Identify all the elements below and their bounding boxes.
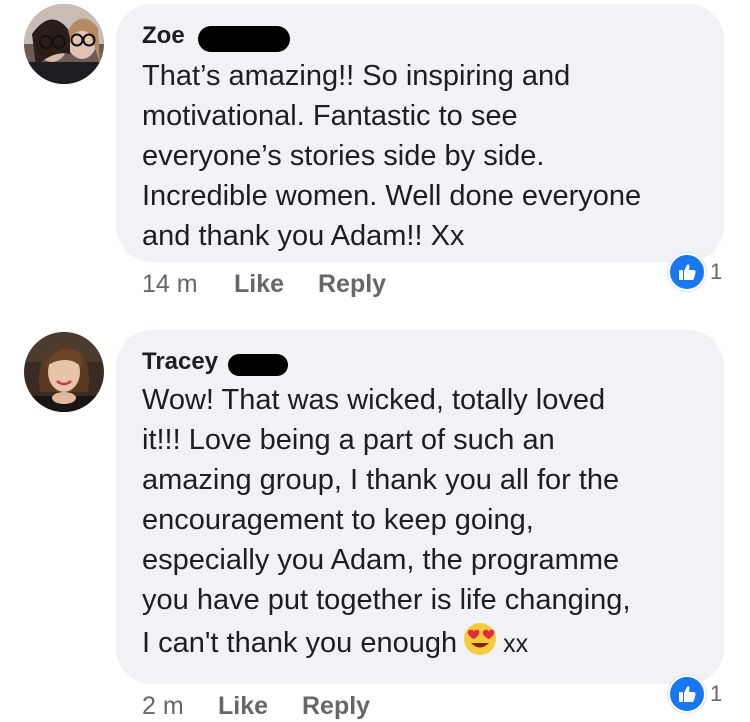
comment-last-line: I can't thank you enough xx [142, 622, 704, 667]
heart-eyes-emoji-icon [463, 622, 497, 667]
comment-author[interactable]: Zoe [142, 22, 185, 50]
reply-link[interactable]: Reply [302, 692, 370, 721]
comment-text: Wow! That was wicked, totally loved it!!… [142, 384, 631, 616]
comment-time[interactable]: 14 m [142, 270, 198, 299]
comment-meta: 2 m Like Reply [142, 692, 542, 722]
avatar[interactable] [24, 4, 104, 84]
reply-link[interactable]: Reply [318, 270, 386, 299]
redacted-surname [198, 26, 290, 52]
thumbs-up-icon [668, 253, 706, 291]
reaction-count: 1 [710, 259, 723, 284]
redacted-surname [228, 354, 288, 376]
comment-text-part: xx [503, 630, 529, 659]
comment-text-part: I can't thank you enough [142, 627, 458, 660]
like-link[interactable]: Like [218, 692, 268, 721]
thumbs-up-icon [668, 675, 706, 713]
comment-bubble: Zoe That’s amazing!! So inspiring and mo… [116, 4, 724, 262]
profile-photo-icon [24, 4, 104, 84]
comment-bubble: Tracey Wow! That was wicked, totally lov… [116, 330, 724, 684]
comment-text: That’s amazing!! So inspiring and motiva… [142, 60, 642, 252]
comment-meta: 14 m Like Reply [142, 270, 542, 300]
comment-tracey: Tracey Wow! That was wicked, totally lov… [0, 324, 750, 720]
reaction-count: 1 [710, 681, 723, 706]
profile-photo-icon [24, 332, 104, 412]
avatar[interactable] [24, 332, 104, 412]
reaction-summary[interactable]: 1 [668, 253, 723, 291]
reaction-summary[interactable]: 1 [668, 675, 723, 713]
comment-time[interactable]: 2 m [142, 692, 184, 721]
comment-author[interactable]: Tracey [142, 348, 218, 376]
comment-zoe: Zoe That’s amazing!! So inspiring and mo… [0, 0, 750, 320]
like-link[interactable]: Like [234, 270, 284, 299]
